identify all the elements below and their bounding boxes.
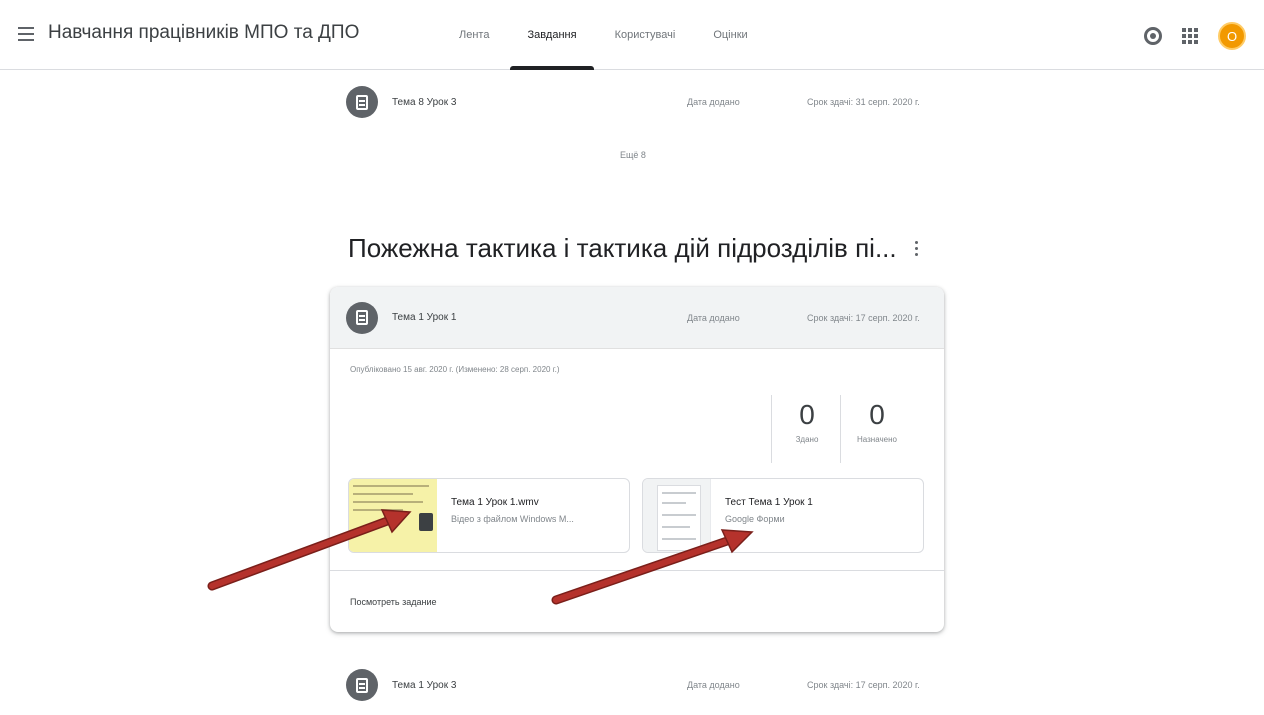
assignment-posted: Дата додано — [687, 312, 740, 323]
assignment-row[interactable]: Тема 1 Урок 3 Дата додано Срок здачі: 17… — [330, 655, 944, 715]
video-attachment[interactable]: Тема 1 Урок 1.wmv Відео з файлом Windows… — [348, 478, 630, 553]
attachment-subtitle: Google Форми — [725, 514, 785, 524]
gear-icon[interactable] — [1144, 27, 1162, 45]
assignment-posted: Дата додано — [687, 97, 740, 107]
tab-classwork[interactable]: Завдання — [508, 0, 595, 70]
expanded-assignment-card: Тема 1 Урок 1 Дата додано Срок здачі: 17… — [330, 287, 944, 632]
assignment-header[interactable]: Тема 1 Урок 1 Дата додано Срок здачі: 17… — [330, 287, 944, 349]
assigned-stat[interactable]: 0 Назначено — [842, 399, 912, 444]
apps-icon[interactable] — [1182, 28, 1198, 44]
assignment-posted: Дата додано — [687, 680, 740, 690]
turned-in-count: 0 — [799, 399, 815, 430]
form-attachment[interactable]: Тест Тема 1 Урок 1 Google Форми — [642, 478, 924, 553]
assignment-title: Тема 1 Урок 3 — [392, 679, 457, 691]
assignment-icon — [346, 669, 378, 701]
attachment-title: Тема 1 Урок 1.wmv — [451, 497, 539, 508]
assignment-row[interactable]: Тема 8 Урок 3 Дата додано Срок здачі: 31… — [330, 72, 944, 132]
turned-in-label: Здано — [795, 435, 819, 444]
tab-grades[interactable]: Оцінки — [694, 0, 766, 70]
assignment-icon — [346, 301, 378, 334]
assignment-due-date: Срок здачі: 17 серп. 2020 г. — [807, 680, 920, 690]
video-thumbnail — [349, 479, 437, 552]
assignment-title: Тема 8 Урок 3 — [392, 96, 457, 108]
attachment-title: Тест Тема 1 Урок 1 — [725, 497, 813, 508]
show-more-link[interactable]: Ещё 8 — [620, 150, 646, 160]
assignment-icon — [346, 86, 378, 118]
tab-people[interactable]: Користувачі — [596, 0, 695, 70]
assignment-due-date: Срок здачі: 17 серп. 2020 г. — [807, 312, 920, 323]
assigned-label: Назначено — [857, 435, 897, 444]
class-title[interactable]: Навчання працівників МПО та ДПО — [48, 22, 359, 44]
card-footer: Посмотреть задание — [330, 570, 944, 632]
view-assignment-link[interactable]: Посмотреть задание — [350, 597, 437, 607]
menu-icon[interactable] — [18, 27, 34, 41]
assignment-due-date: Срок здачі: 31 серп. 2020 г. — [807, 97, 920, 107]
top-app-bar: Навчання працівників МПО та ДПО Лента За… — [0, 0, 1264, 70]
topic-title: Пожежна тактика і тактика дій підрозділі… — [348, 233, 897, 263]
attachment-subtitle: Відео з файлом Windows M... — [451, 514, 574, 524]
assignment-title: Тема 1 Урок 1 — [392, 312, 457, 323]
divider — [840, 395, 841, 463]
top-right-icons: О — [1144, 22, 1246, 50]
tab-bar: Лента Завдання Користувачі Оцінки — [440, 0, 767, 70]
avatar[interactable]: О — [1218, 22, 1246, 50]
assigned-count: 0 — [869, 399, 885, 430]
turned-in-stat[interactable]: 0 Здано — [772, 399, 842, 444]
assignment-meta: Опубліковано 15 авг. 2020 г. (Изменено: … — [350, 365, 560, 374]
form-thumbnail — [643, 479, 711, 552]
tab-stream[interactable]: Лента — [440, 0, 508, 70]
more-vert-icon[interactable] — [915, 241, 919, 257]
